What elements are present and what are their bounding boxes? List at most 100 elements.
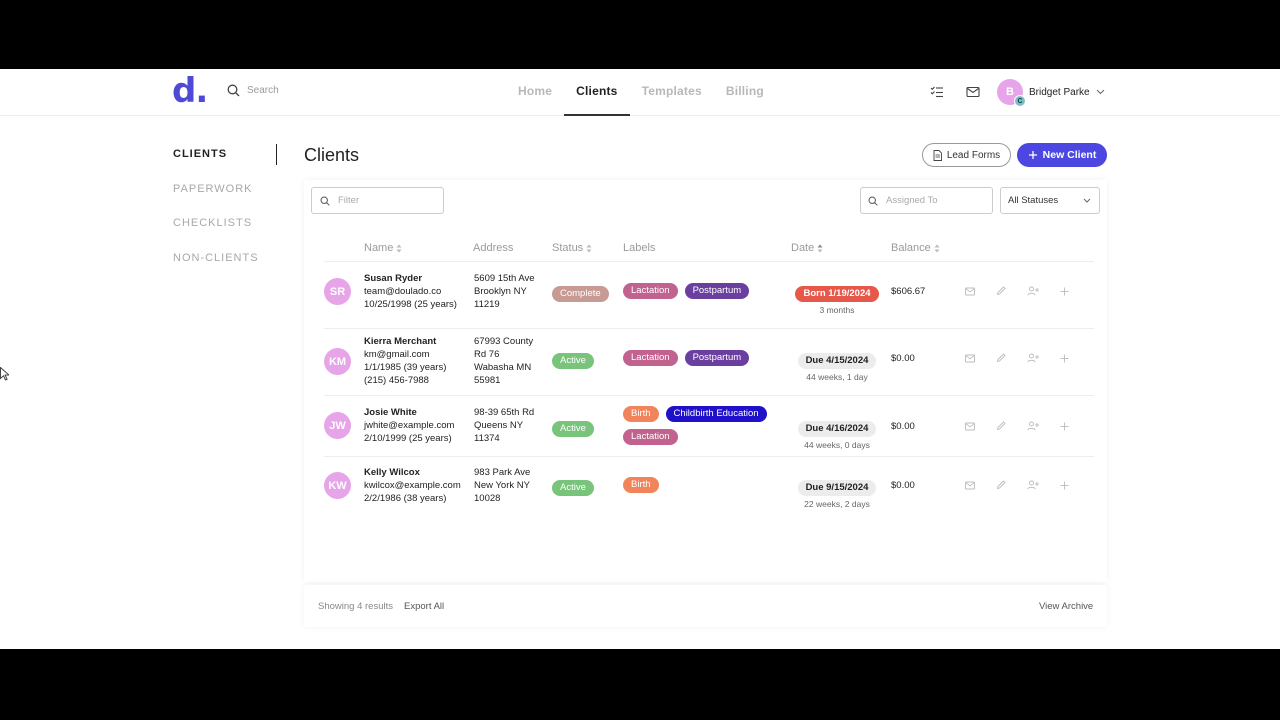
mail-icon[interactable] (965, 422, 975, 431)
view-archive-link[interactable]: View Archive (1039, 601, 1093, 612)
client-name[interactable]: Josie White (364, 406, 454, 419)
label-tag[interactable]: Lactation (623, 283, 678, 299)
column-header-date[interactable]: Date (791, 242, 823, 254)
row-actions (965, 480, 1069, 490)
column-header-name[interactable]: Name (364, 242, 402, 254)
avatar: SR (324, 278, 351, 305)
column-header-status[interactable]: Status (552, 242, 592, 254)
label-list: Lactation Postpartum (623, 283, 778, 299)
new-client-button[interactable]: New Client (1017, 143, 1107, 167)
sidebar-item-non-clients[interactable]: NON-CLIENTS (173, 251, 259, 286)
address-line: New York NY (474, 480, 530, 491)
client-address: 5609 15th Ave Brooklyn NY 11219 (474, 272, 535, 311)
sort-icon (934, 244, 940, 252)
table-row[interactable]: JW Josie White jwhite@example.com 2/10/1… (324, 396, 1094, 457)
address-line: 10028 (474, 493, 501, 504)
nav-templates[interactable]: Templates (630, 69, 714, 116)
mail-icon[interactable] (965, 354, 975, 363)
address-line: 5609 15th Ave (474, 273, 535, 284)
pencil-icon[interactable] (996, 421, 1006, 431)
table-row[interactable]: KM Kierra Merchant km@gmail.com 1/1/1985… (324, 329, 1094, 396)
add-user-icon[interactable] (1027, 480, 1039, 490)
user-name: Bridget Parke (1029, 86, 1090, 98)
sidebar-item-clients[interactable]: CLIENTS (173, 147, 259, 182)
nav-home[interactable]: Home (506, 69, 564, 116)
sidebar-item-checklists[interactable]: CHECKLISTS (173, 216, 259, 251)
client-dob: 1/1/1985 (39 years) (364, 362, 447, 373)
pencil-icon[interactable] (996, 286, 1006, 296)
address-line: 98-39 65th Rd (474, 407, 535, 418)
client-name[interactable]: Kelly Wilcox (364, 466, 461, 479)
mail-icon[interactable] (965, 287, 975, 296)
plus-icon[interactable] (1060, 354, 1069, 363)
document-icon (933, 149, 942, 161)
balance-value: $606.67 (891, 286, 926, 297)
label-tag[interactable]: Childbirth Education (665, 406, 767, 422)
status-pill: Active (552, 480, 594, 496)
client-name[interactable]: Kierra Merchant (364, 335, 446, 348)
client-info: Kelly Wilcox kwilcox@example.com 2/2/198… (364, 466, 461, 505)
label-tag[interactable]: Lactation (623, 429, 678, 445)
client-email: team@doulado.co (364, 286, 442, 297)
global-search[interactable]: Search (227, 84, 279, 97)
user-badge: C (1014, 95, 1026, 107)
status-select[interactable]: All Statuses (1000, 187, 1100, 214)
label-tag[interactable]: Postpartum (684, 350, 750, 366)
date-badge: Born 1/19/2024 (795, 286, 879, 302)
table-row[interactable]: SR Susan Ryder team@doulado.co 10/25/199… (324, 262, 1094, 329)
status-badge: Active (552, 350, 594, 369)
balance-value: $0.00 (891, 353, 915, 364)
address-line: 11219 (474, 299, 500, 310)
address-line: 67993 County (474, 336, 534, 347)
search-icon (320, 195, 330, 206)
label-tag[interactable]: Birth (623, 406, 659, 422)
date-cell: Due 4/15/2024 44 weeks, 1 day (792, 350, 882, 382)
lead-forms-button[interactable]: Lead Forms (922, 143, 1011, 167)
client-phone: (215) 456-7988 (364, 375, 429, 386)
plus-icon[interactable] (1060, 287, 1069, 296)
plus-icon[interactable] (1060, 481, 1069, 490)
date-subtext: 44 weeks, 0 days (804, 440, 870, 450)
plus-icon[interactable] (1060, 422, 1069, 431)
pencil-icon[interactable] (996, 480, 1006, 490)
label-tag[interactable]: Lactation (623, 350, 678, 366)
nav-billing[interactable]: Billing (714, 69, 776, 116)
date-subtext: 44 weeks, 1 day (806, 372, 868, 382)
client-email: km@gmail.com (364, 349, 430, 360)
label-tag[interactable]: Birth (623, 477, 659, 493)
add-user-icon[interactable] (1027, 353, 1039, 363)
status-select-value: All Statuses (1008, 195, 1059, 206)
sidebar-divider (276, 144, 277, 165)
row-actions (965, 286, 1069, 296)
table-row[interactable]: KW Kelly Wilcox kwilcox@example.com 2/2/… (324, 457, 1094, 514)
address-line: Rd 76 (474, 349, 500, 360)
assigned-to-input[interactable]: Assigned To (860, 187, 993, 214)
date-badge: Due 4/16/2024 (797, 421, 877, 437)
address-line: 983 Park Ave (474, 467, 531, 478)
column-header-balance[interactable]: Balance (891, 242, 940, 254)
header-date-label: Date (791, 242, 815, 254)
nav-clients[interactable]: Clients (564, 69, 630, 116)
mail-icon[interactable] (966, 85, 980, 99)
assigned-placeholder: Assigned To (886, 195, 938, 206)
user-menu[interactable]: B C Bridget Parke (997, 79, 1105, 107)
top-icons (930, 85, 980, 99)
add-user-icon[interactable] (1027, 421, 1039, 431)
label-tag[interactable]: Postpartum (684, 283, 750, 299)
export-all-link[interactable]: Export All (404, 601, 444, 612)
sort-icon (396, 244, 402, 252)
app-logo[interactable]: d. (172, 74, 208, 108)
mail-icon[interactable] (965, 481, 975, 490)
chevron-down-icon (1096, 89, 1104, 95)
filter-placeholder: Filter (338, 195, 360, 206)
checklist-icon[interactable] (930, 85, 944, 99)
add-user-icon[interactable] (1027, 286, 1039, 296)
client-address: 98-39 65th Rd Queens NY 11374 (474, 406, 534, 445)
user-avatar: B C (997, 79, 1026, 107)
client-name[interactable]: Susan Ryder (364, 272, 457, 285)
filter-input[interactable]: Filter (311, 187, 444, 214)
pencil-icon[interactable] (996, 353, 1006, 363)
sidebar-item-paperwork[interactable]: PAPERWORK (173, 182, 259, 217)
client-email: kwilcox@example.com (364, 480, 461, 491)
row-actions (965, 353, 1069, 363)
